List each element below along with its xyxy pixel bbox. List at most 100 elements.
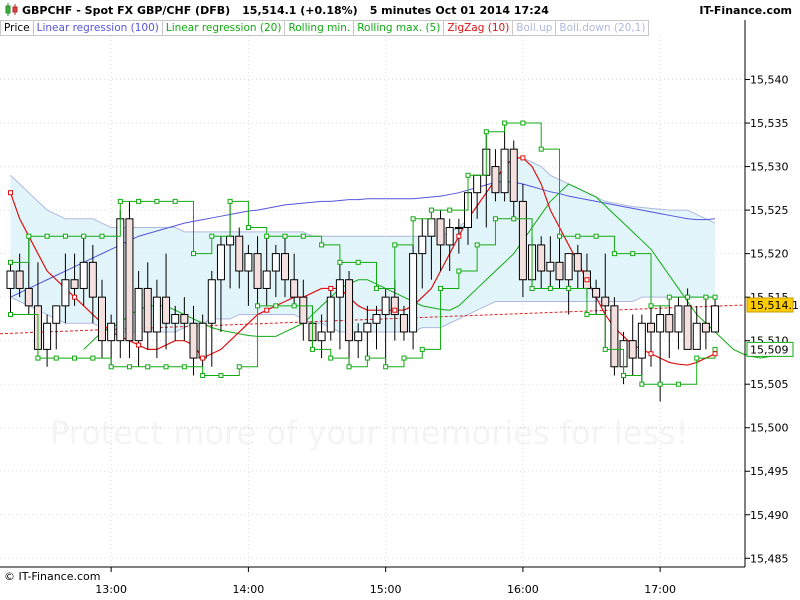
price-chart[interactable]: Protect more of your memories for less! … <box>0 0 800 600</box>
rolling-min-line-marker <box>383 364 389 370</box>
candle-body <box>537 244 546 272</box>
legend-item-3[interactable]: Rolling min. <box>285 20 355 36</box>
candle <box>610 297 619 376</box>
candle-body <box>573 253 582 272</box>
x-tick-label: 15:00 <box>370 583 402 596</box>
rolling-min-line-marker <box>474 242 480 248</box>
zigzag-marker <box>72 294 78 300</box>
candle-body <box>555 261 564 281</box>
candle-body <box>418 235 427 255</box>
candle-body <box>244 253 253 272</box>
legend-item-7[interactable]: Boll.down (20,1) <box>556 20 650 36</box>
rolling-min-line-marker <box>90 355 96 361</box>
candle-body <box>345 279 354 342</box>
candle-body <box>427 218 436 237</box>
rolling-max-line-marker <box>685 294 691 300</box>
rolling-min-line-marker <box>657 381 663 387</box>
rolling-max-line-marker <box>319 242 325 248</box>
legend-item-5[interactable]: ZigZag (10) <box>444 20 514 36</box>
rolling-min-line-marker <box>639 381 645 387</box>
rolling-min-line-marker <box>584 312 590 318</box>
candle-body <box>518 200 527 281</box>
x-tick-label: 16:00 <box>507 583 539 596</box>
candle-body <box>88 261 97 298</box>
rolling-max-line-marker <box>712 294 718 300</box>
x-tick-label: 13:00 <box>95 583 127 596</box>
candle <box>125 201 134 359</box>
rolling-max-line-marker <box>264 233 270 239</box>
candle-body <box>125 218 134 342</box>
candle-body <box>143 287 152 333</box>
rolling-max-line-marker <box>337 259 343 265</box>
candle-body <box>674 305 683 333</box>
rolling-max-line-marker <box>428 207 434 213</box>
rolling-min-line-marker <box>108 364 114 370</box>
y-tick-label: 15,505 <box>750 378 789 391</box>
candle-body <box>299 296 308 324</box>
candle-body <box>647 322 655 333</box>
rolling-max-line-marker <box>630 251 636 257</box>
zigzag-marker <box>328 285 334 291</box>
candle-body <box>363 322 372 333</box>
copyright: © IT-Finance.com <box>4 570 101 583</box>
rolling-min-line-marker <box>181 364 187 370</box>
timeframe: 5 minutes <box>369 4 432 17</box>
rolling-min-line-marker <box>53 355 59 361</box>
zigzag-marker <box>456 233 462 239</box>
rolling-max-line-marker <box>44 233 50 239</box>
candle-body <box>207 279 216 324</box>
candle-body <box>335 279 344 298</box>
x-axis: 13:00 14:00 15:00 16:00 17:00 <box>0 566 745 596</box>
candle-body <box>189 322 198 359</box>
rolling-max-line-marker <box>117 198 123 204</box>
candle-body <box>262 270 271 289</box>
last-price-badge: 15,514.1 <box>750 299 799 312</box>
rolling-min-line-marker <box>72 355 78 361</box>
candle-body <box>134 287 143 342</box>
candle-body <box>409 253 418 333</box>
rolling-max-line-marker <box>136 198 142 204</box>
symbol: GBPCHF <box>22 4 73 17</box>
rolling-max-line-marker <box>557 233 562 239</box>
legend-item-4[interactable]: Rolling max. (5) <box>354 20 445 36</box>
candle-body <box>564 253 573 281</box>
rolling-max-line-marker <box>154 198 160 204</box>
rolling-min-badge: 15,509 <box>750 343 789 356</box>
candle-body <box>381 296 390 316</box>
candle-body <box>152 296 161 333</box>
rolling-max-line-marker <box>374 285 379 291</box>
rolling-min-line-marker <box>346 364 352 370</box>
candle-body <box>473 174 482 194</box>
legend-item-1[interactable]: Linear regression (100) <box>33 20 163 36</box>
rolling-min-line-marker <box>712 346 718 352</box>
rolling-min-line-marker <box>364 355 370 361</box>
y-tick-label: 15,495 <box>750 465 789 478</box>
rolling-min-line-marker <box>200 372 206 378</box>
rolling-min-line-marker <box>218 372 224 378</box>
rolling-max-line-marker <box>8 259 13 265</box>
candle-body <box>43 322 52 350</box>
rolling-max-line-marker <box>447 207 453 213</box>
candle-body <box>79 261 88 289</box>
rolling-max-line-marker <box>245 225 251 231</box>
x-tick-label: 17:00 <box>644 583 676 596</box>
legend-item-6[interactable]: Boll.up <box>513 20 557 36</box>
rolling-max-line-marker <box>81 233 87 239</box>
candle-body <box>61 279 70 307</box>
rolling-max-line-marker <box>465 172 471 178</box>
y-tick-label: 15,525 <box>750 204 789 217</box>
candle-body <box>116 218 125 342</box>
rolling-min-line-marker <box>8 312 13 318</box>
zigzag-marker <box>392 307 398 313</box>
price-badges: 15,514.1 15,509 <box>746 297 799 357</box>
zigzag-marker <box>584 277 590 283</box>
legend-item-2[interactable]: Linear regression (20) <box>162 20 286 36</box>
candle-body <box>198 322 207 359</box>
rolling-min-line-marker <box>145 364 151 370</box>
candle-body <box>70 279 79 289</box>
rolling-min-line-marker <box>438 285 444 291</box>
legend-item-0[interactable]: Price <box>0 20 34 36</box>
candle-body <box>24 287 33 307</box>
rolling-max-line-marker <box>355 259 361 265</box>
x-tick-label: 14:00 <box>233 583 265 596</box>
